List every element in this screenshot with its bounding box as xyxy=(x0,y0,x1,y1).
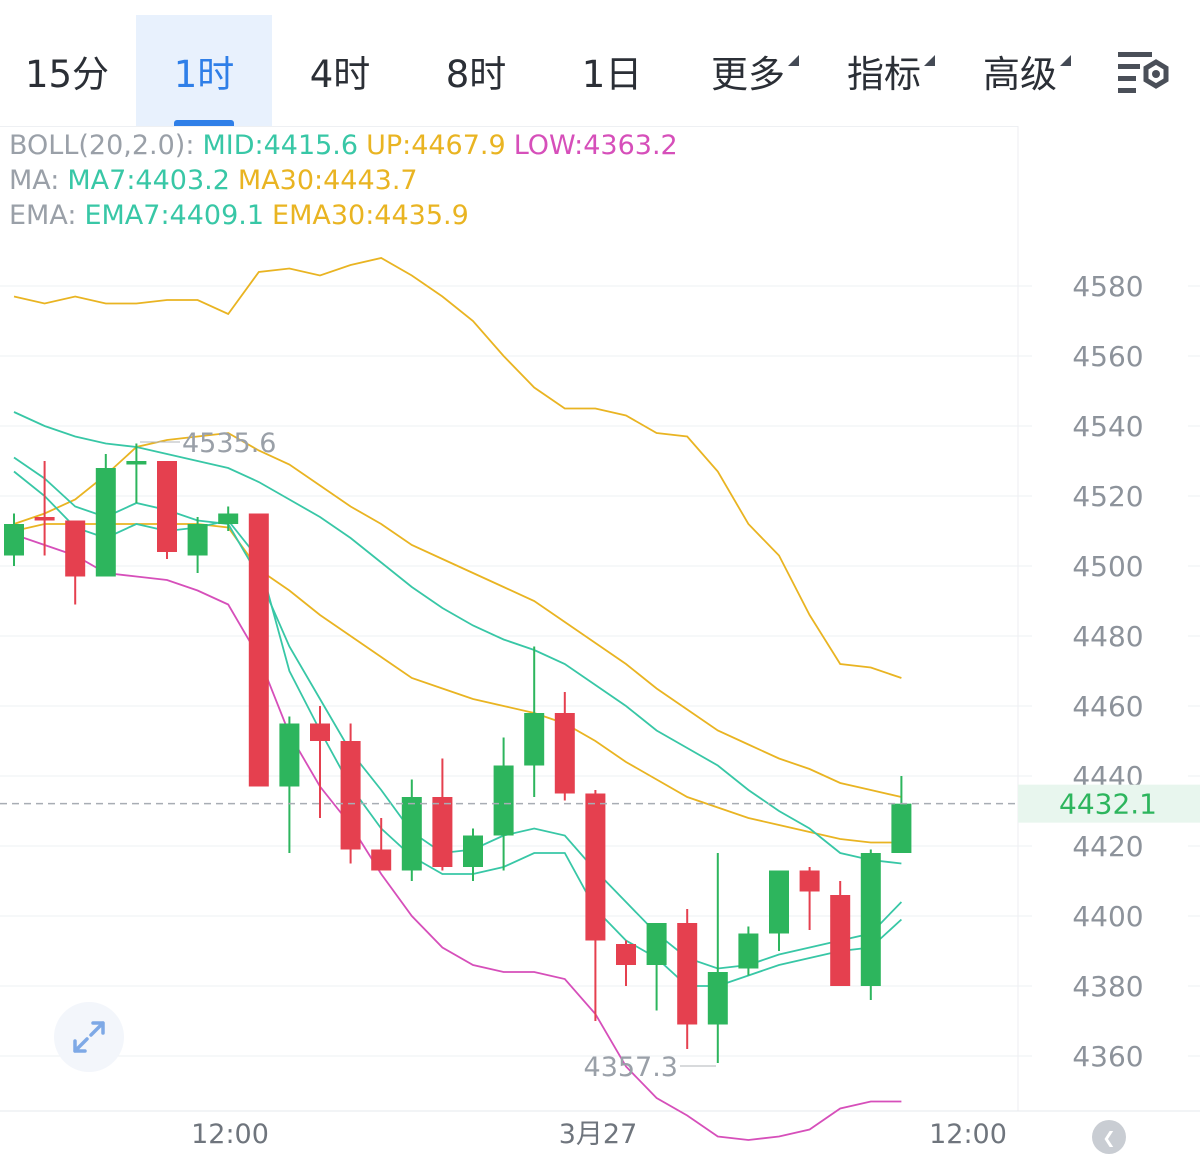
boll-lower-line xyxy=(13,533,902,1141)
candle-body xyxy=(310,723,330,741)
x-tick-label: 3月27 xyxy=(559,1119,638,1150)
candle-body xyxy=(493,765,514,836)
candle-body xyxy=(95,468,116,577)
tab-label: 4时 xyxy=(309,52,371,96)
ma7-line xyxy=(13,456,903,970)
y-tick-label: 4400 xyxy=(1072,900,1143,933)
ma30-line xyxy=(13,432,902,798)
candle-body xyxy=(830,895,851,986)
candle-body xyxy=(340,741,361,850)
dropdown-triangle-icon xyxy=(1060,54,1071,66)
tab-more[interactable]: 更多 xyxy=(680,15,816,126)
candle-body xyxy=(432,797,453,867)
tab-label: 指标 xyxy=(847,52,921,96)
candle-body xyxy=(585,793,606,941)
fullscreen-button[interactable] xyxy=(54,1002,124,1072)
tab-indicators[interactable]: 指标 xyxy=(816,15,952,126)
tab-label: 15分 xyxy=(24,52,110,96)
y-tick-label: 4560 xyxy=(1072,340,1143,373)
tab-label: 8时 xyxy=(445,52,507,96)
tab-label-wrap: 更多 xyxy=(711,44,799,98)
candle-body xyxy=(769,870,789,934)
candle-body xyxy=(524,713,545,766)
y-tick-label: 4360 xyxy=(1072,1040,1143,1073)
y-tick-label: 4580 xyxy=(1072,270,1143,303)
candle-body xyxy=(860,853,881,986)
kdj-legend-strip xyxy=(0,1152,1200,1164)
tab-1hour[interactable]: 1时 xyxy=(136,15,272,126)
tab-8hour[interactable]: 8时 xyxy=(408,15,544,126)
candle-body xyxy=(616,944,636,965)
candle-body xyxy=(401,797,422,871)
candle-body xyxy=(65,520,86,577)
x-tick-label: 12:00 xyxy=(929,1119,1007,1150)
candle-body xyxy=(218,513,239,524)
candle-body xyxy=(126,461,147,465)
chart-settings-button[interactable] xyxy=(1098,15,1190,126)
candle-body xyxy=(891,803,912,853)
tab-label: 1日 xyxy=(581,52,643,96)
candle-body xyxy=(677,923,698,1025)
boll-upper-line xyxy=(13,257,902,679)
ema7-line xyxy=(13,470,903,987)
tab-label: 1时 xyxy=(173,52,235,96)
tab-label-wrap: 高级 xyxy=(983,44,1071,98)
tab-label-wrap: 指标 xyxy=(847,44,935,98)
high-annotation: 4535.6 xyxy=(182,428,276,459)
y-tick-label: 4380 xyxy=(1072,970,1143,1003)
candle-body xyxy=(707,972,728,1025)
y-tick-label: 4460 xyxy=(1072,690,1143,723)
boll-mid-line xyxy=(13,411,902,865)
candlestick-chart[interactable]: 4580456045404520450044804460444044204400… xyxy=(0,126,1200,1156)
x-tick-label: 12:00 xyxy=(191,1119,269,1150)
low-annotation: 4357.3 xyxy=(584,1052,678,1083)
y-tick-label: 4420 xyxy=(1072,830,1143,863)
candle-body xyxy=(554,713,575,794)
candle-body xyxy=(799,870,820,892)
candle-body xyxy=(738,933,759,969)
y-tick-label: 4540 xyxy=(1072,410,1143,443)
tab-15min[interactable]: 15分 xyxy=(0,15,134,126)
tab-1day[interactable]: 1日 xyxy=(544,15,680,126)
candle-body xyxy=(646,923,667,965)
scroll-to-latest-button[interactable]: ❮ xyxy=(1092,1120,1126,1154)
timeframe-tab-bar: 15分 1时 4时 8时 1日 更多 指标 高级 xyxy=(0,0,1200,127)
candle-body xyxy=(157,461,177,552)
candle-body xyxy=(371,849,392,871)
candle-body xyxy=(248,513,269,787)
ema30-line xyxy=(13,523,902,844)
candle-body xyxy=(463,835,483,867)
y-tick-label: 4480 xyxy=(1072,620,1143,653)
double-chevron-left-icon: ❮ xyxy=(1102,1127,1116,1147)
candle-body xyxy=(34,517,55,521)
tab-label: 高级 xyxy=(983,52,1057,96)
tab-label: 更多 xyxy=(711,52,785,96)
dropdown-triangle-icon xyxy=(788,54,799,66)
tab-advanced[interactable]: 高级 xyxy=(952,15,1088,126)
chart-settings-icon xyxy=(1118,51,1169,93)
candle-body xyxy=(4,524,24,556)
current-price-label: 4432.1 xyxy=(1059,788,1157,821)
expand-icon xyxy=(73,1021,105,1053)
candle-body xyxy=(187,524,208,556)
candle-body xyxy=(279,723,300,787)
dropdown-triangle-icon xyxy=(924,54,935,66)
tab-4hour[interactable]: 4时 xyxy=(272,15,408,126)
y-tick-label: 4520 xyxy=(1072,480,1143,513)
y-tick-label: 4500 xyxy=(1072,550,1143,583)
